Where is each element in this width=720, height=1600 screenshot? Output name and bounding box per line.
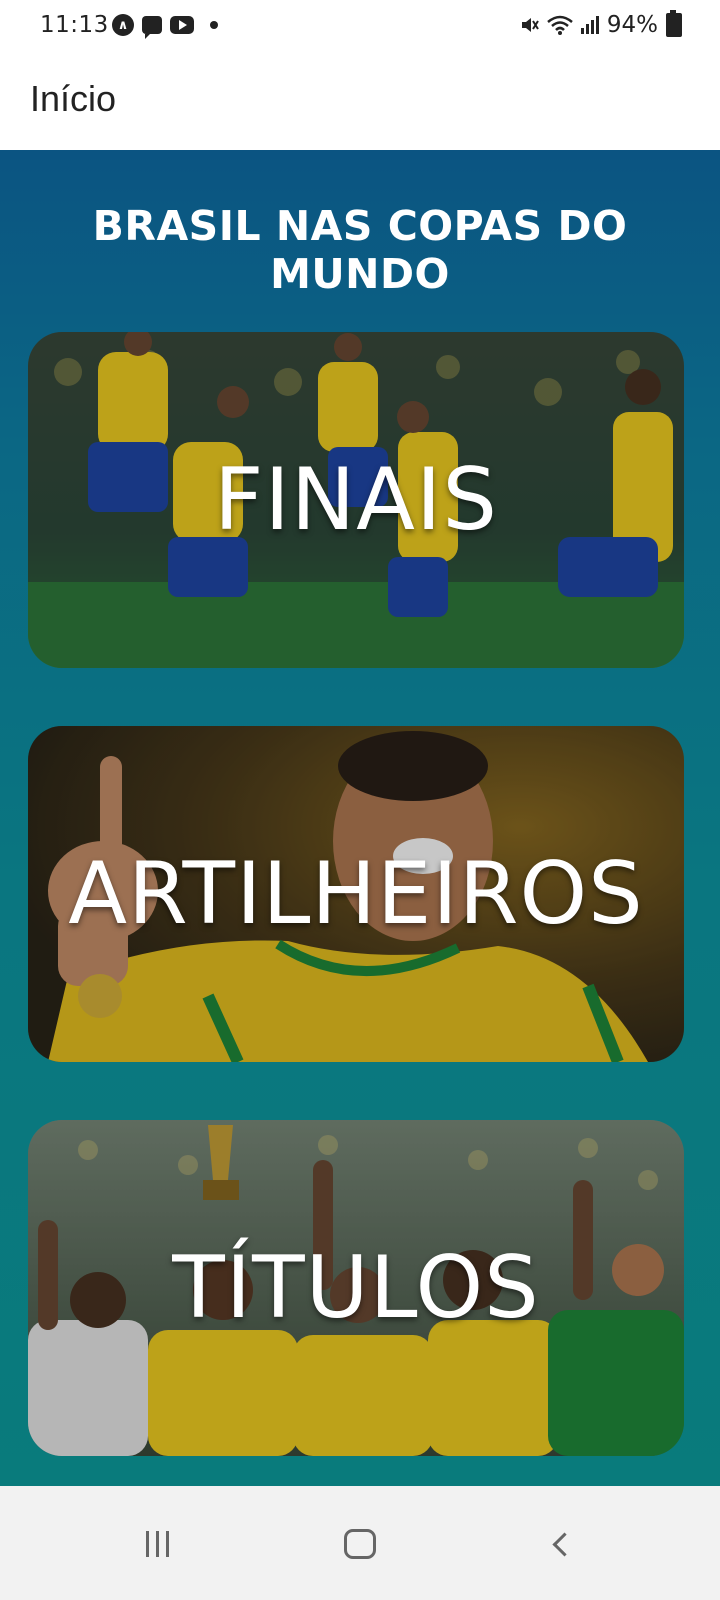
message-icon (142, 16, 162, 39)
home-icon[interactable] (330, 1522, 390, 1566)
status-time: 11:13 (40, 12, 109, 38)
card-titulos-label: TÍTULOS (172, 1238, 540, 1338)
app-bar: Início (0, 52, 720, 150)
main-heading: BRASIL NAS COPAS DO MUNDO (92, 202, 628, 298)
mute-icon (521, 18, 539, 32)
card-artilheiros-label: ARTILHEIROS (68, 844, 644, 944)
youtube-icon (170, 16, 194, 34)
system-icons: 94% (519, 10, 682, 38)
assistant-icon: ∧ (112, 14, 134, 36)
dot-icon (210, 21, 218, 29)
signal-icon (580, 16, 599, 34)
battery-icon (666, 10, 682, 37)
status-bar: 11:13 ∧ 94% (0, 0, 720, 52)
back-icon[interactable] (530, 1522, 590, 1566)
main-content: BRASIL NAS COPAS DO MUNDO FINAIS ARTILHE… (0, 150, 720, 1486)
card-titulos[interactable]: TÍTULOS (28, 1120, 684, 1456)
wifi-icon (547, 15, 573, 35)
card-artilheiros[interactable]: ARTILHEIROS (28, 726, 684, 1062)
card-finais[interactable]: FINAIS (28, 332, 684, 668)
navigation-bar (0, 1486, 720, 1600)
recents-icon[interactable] (127, 1522, 187, 1566)
page-title: Início (30, 78, 117, 119)
card-finais-label: FINAIS (214, 450, 498, 550)
battery-percent: 94% (606, 12, 658, 38)
notification-icons: ∧ (112, 14, 218, 39)
